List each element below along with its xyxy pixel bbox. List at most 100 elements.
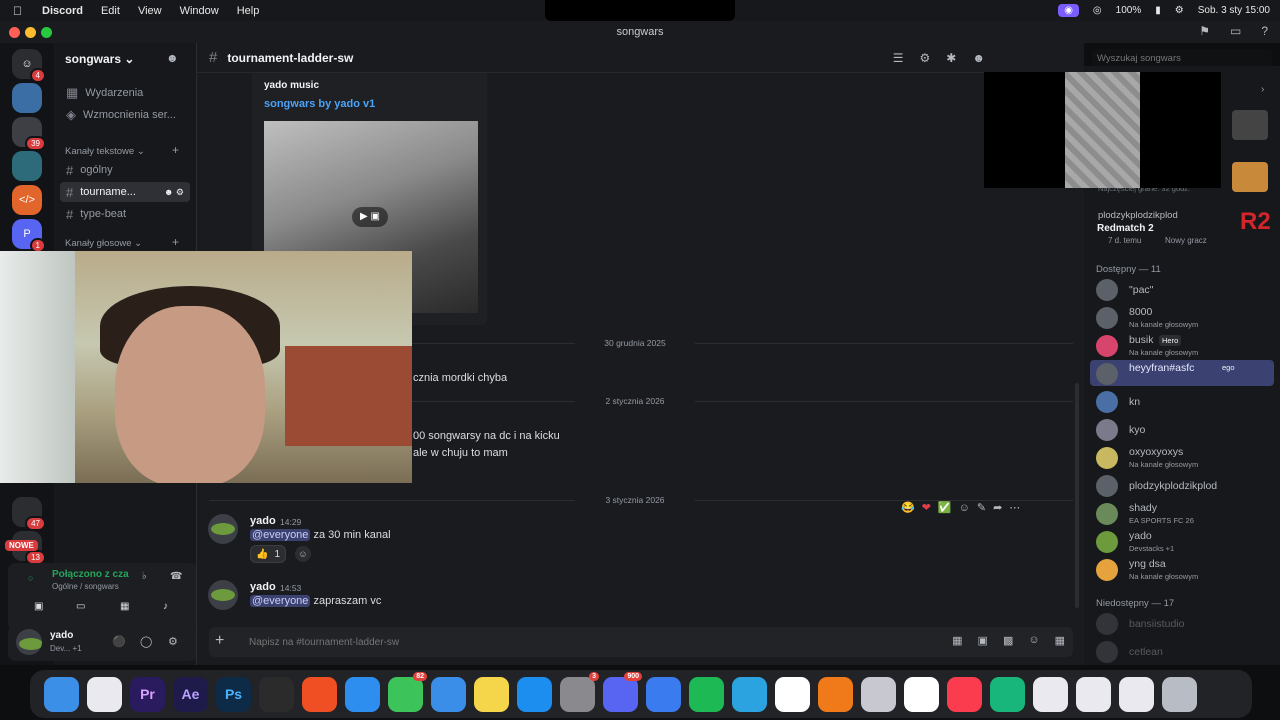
dock-icon-trash[interactable] bbox=[1162, 676, 1197, 712]
dock-icon-quick[interactable] bbox=[904, 676, 939, 712]
mention[interactable]: @everyone bbox=[250, 595, 311, 607]
dock-icon-blender[interactable] bbox=[259, 676, 294, 712]
dock-icon-audio[interactable] bbox=[1119, 676, 1154, 712]
channel-type-beat[interactable]: # type-beat bbox=[60, 204, 190, 224]
member-row[interactable]: yng dsa Na kanale głosowym bbox=[1096, 556, 1276, 582]
avatar[interactable] bbox=[16, 629, 42, 655]
dock-icon-ps[interactable]: Ps bbox=[216, 676, 251, 712]
dock-icon-finder[interactable] bbox=[44, 676, 79, 712]
inbox-icon[interactable]: ⚑ bbox=[1199, 24, 1210, 38]
dock-icon-discord[interactable]: 900 bbox=[603, 671, 642, 712]
member-list-icon[interactable]: ☻ bbox=[972, 51, 985, 65]
server-icon[interactable]: 47 bbox=[12, 497, 46, 531]
channel-settings-icon[interactable]: ☻ ⚙ bbox=[164, 187, 184, 198]
nav-events[interactable]: ▦ Wydarzenia bbox=[60, 83, 190, 103]
control-center-icon[interactable]: ⚙ bbox=[1175, 5, 1184, 16]
member-row[interactable]: kyo bbox=[1096, 416, 1276, 442]
dock-icon-notes[interactable] bbox=[474, 676, 509, 712]
chat-scrollbar[interactable] bbox=[1075, 383, 1079, 608]
search-input[interactable] bbox=[1092, 49, 1272, 67]
dock-icon-telegram[interactable] bbox=[732, 676, 767, 712]
member-row[interactable]: oxyoxyoxys Na kanale głosowym bbox=[1096, 444, 1276, 470]
disconnect-icon[interactable]: ☎ bbox=[170, 571, 182, 582]
dock-icon-spotify[interactable] bbox=[689, 676, 724, 712]
add-reaction-icon[interactable]: ☺ bbox=[295, 546, 311, 562]
dock-icon-app-store[interactable] bbox=[517, 676, 552, 712]
nav-boosts[interactable]: ◈ Wzmocnienia ser... bbox=[60, 105, 190, 125]
wifi-icon[interactable]: ◎ bbox=[1093, 5, 1102, 16]
dock-icon-messages[interactable]: 82 bbox=[388, 671, 427, 712]
message-input[interactable] bbox=[249, 633, 849, 651]
server-icon[interactable]: P1 bbox=[12, 219, 46, 253]
dock-icon-doc[interactable] bbox=[1033, 676, 1068, 712]
member-row[interactable]: heyyfran#asfc ego bbox=[1090, 360, 1274, 386]
close-window-button[interactable] bbox=[9, 27, 20, 38]
apps-icon[interactable]: ▦ bbox=[1055, 634, 1065, 647]
member-row[interactable]: yado Devstacks +1 bbox=[1096, 528, 1276, 554]
play-icon[interactable]: ▶ ▣ bbox=[352, 207, 388, 227]
member-row[interactable]: cetlean bbox=[1096, 638, 1276, 664]
menu-window[interactable]: Window bbox=[180, 5, 219, 17]
invite-icon[interactable]: ☻ bbox=[166, 51, 179, 65]
check-emoji-icon[interactable]: ✅ bbox=[938, 501, 952, 514]
activities-icon[interactable]: ▦ bbox=[120, 601, 129, 612]
notification-bell-icon[interactable]: ⚙ bbox=[920, 51, 931, 65]
message-author[interactable]: yado bbox=[250, 581, 276, 593]
message-author[interactable]: yado bbox=[250, 515, 276, 527]
channel-tournament-ladder[interactable]: # tourname... ☻ ⚙ bbox=[60, 182, 190, 202]
edit-icon[interactable]: ✎ bbox=[977, 501, 986, 514]
member-row[interactable]: plodzykplodzikplod bbox=[1096, 472, 1276, 498]
dock-icon-slack[interactable] bbox=[775, 676, 810, 712]
server-icon[interactable]: 39 bbox=[12, 117, 46, 151]
attach-plus-icon[interactable]: + bbox=[215, 632, 224, 650]
chevron-right-icon[interactable]: › bbox=[1261, 84, 1264, 95]
voice-location[interactable]: Ogólne / songwars bbox=[52, 582, 119, 591]
add-voice-channel-icon[interactable]: + bbox=[172, 235, 179, 249]
mention[interactable]: @everyone bbox=[250, 529, 311, 541]
avatar[interactable] bbox=[208, 580, 238, 610]
soundboard-icon[interactable]: ♪ bbox=[163, 601, 168, 612]
add-channel-icon[interactable]: + bbox=[172, 143, 179, 157]
reaction-thumbs-up[interactable]: 👍 1 bbox=[250, 545, 286, 563]
dock-icon-launchpad[interactable] bbox=[87, 676, 122, 712]
dock-icon-roblox[interactable] bbox=[646, 676, 681, 712]
clock[interactable]: Sob. 3 sty 15:00 bbox=[1198, 5, 1270, 16]
dock-icon-fl-studio[interactable] bbox=[818, 676, 853, 712]
server-icon[interactable] bbox=[12, 151, 42, 181]
menu-app-name[interactable]: Discord bbox=[42, 5, 83, 17]
screen-share-icon[interactable]: ▭ bbox=[1230, 24, 1241, 38]
dock-icon-chat[interactable] bbox=[990, 676, 1025, 712]
member-row[interactable]: shady EA SPORTS FC 26 bbox=[1096, 500, 1276, 526]
text-channels-category[interactable]: Kanały tekstowe ⌄ bbox=[65, 146, 145, 157]
member-row[interactable]: "pac" bbox=[1096, 276, 1276, 302]
camera-off-icon[interactable]: ▣ bbox=[34, 601, 43, 612]
member-row[interactable]: 8000 Na kanale głosowym bbox=[1096, 304, 1276, 330]
minimize-window-button[interactable] bbox=[25, 27, 36, 38]
member-row[interactable]: kn bbox=[1096, 388, 1276, 414]
embed-title-link[interactable]: songwars by yado v1 bbox=[264, 98, 375, 110]
microphone-icon[interactable]: ⚫ bbox=[112, 635, 126, 648]
gift-icon[interactable]: ▦ bbox=[952, 634, 962, 647]
threads-icon[interactable]: ☰ bbox=[893, 51, 904, 65]
more-icon[interactable]: ⋯ bbox=[1009, 501, 1020, 514]
avatar[interactable] bbox=[208, 514, 238, 544]
dock-icon-pr[interactable]: Pr bbox=[130, 676, 165, 712]
headphones-icon[interactable]: ◯ bbox=[140, 635, 152, 648]
screen-record-icon[interactable]: ◉ bbox=[1058, 4, 1079, 17]
zoom-window-button[interactable] bbox=[41, 27, 52, 38]
dock-icon-brave[interactable] bbox=[302, 676, 337, 712]
activity-card[interactable]: plodzykplodzikplod Redmatch 2 7 d. temu … bbox=[1090, 206, 1276, 248]
dock-icon-ae[interactable]: Ae bbox=[173, 676, 208, 712]
menu-help[interactable]: Help bbox=[237, 5, 260, 17]
dock-icon-cleanmymac[interactable] bbox=[861, 676, 896, 712]
user-settings-icon[interactable]: ⚙ bbox=[168, 635, 178, 648]
server-name[interactable]: songwars ⌄ bbox=[65, 52, 134, 66]
pin-icon[interactable]: ✱ bbox=[946, 51, 956, 65]
direct-messages-button[interactable]: ☺ 4 bbox=[12, 49, 46, 83]
screen-share-icon[interactable]: ▭ bbox=[76, 601, 85, 612]
voice-status[interactable]: Połączono z czа bbox=[52, 569, 129, 580]
heart-emoji-icon[interactable]: ❤ bbox=[922, 501, 931, 514]
add-reaction-icon[interactable]: ☺ bbox=[959, 502, 970, 514]
member-row[interactable]: bansiistudio bbox=[1096, 610, 1276, 636]
battery-icon[interactable]: ▮ bbox=[1155, 5, 1161, 16]
